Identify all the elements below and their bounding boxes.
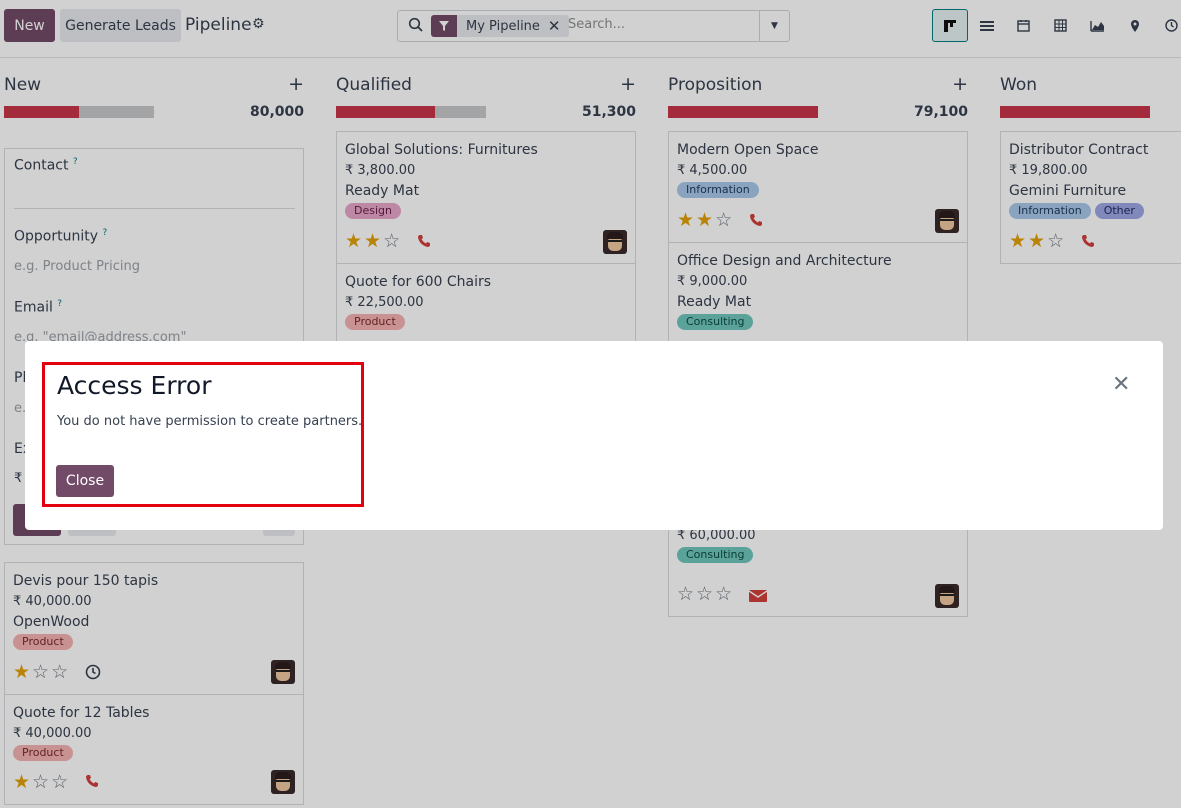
highlight-box bbox=[42, 362, 364, 507]
close-icon[interactable]: ✕ bbox=[1112, 374, 1130, 396]
